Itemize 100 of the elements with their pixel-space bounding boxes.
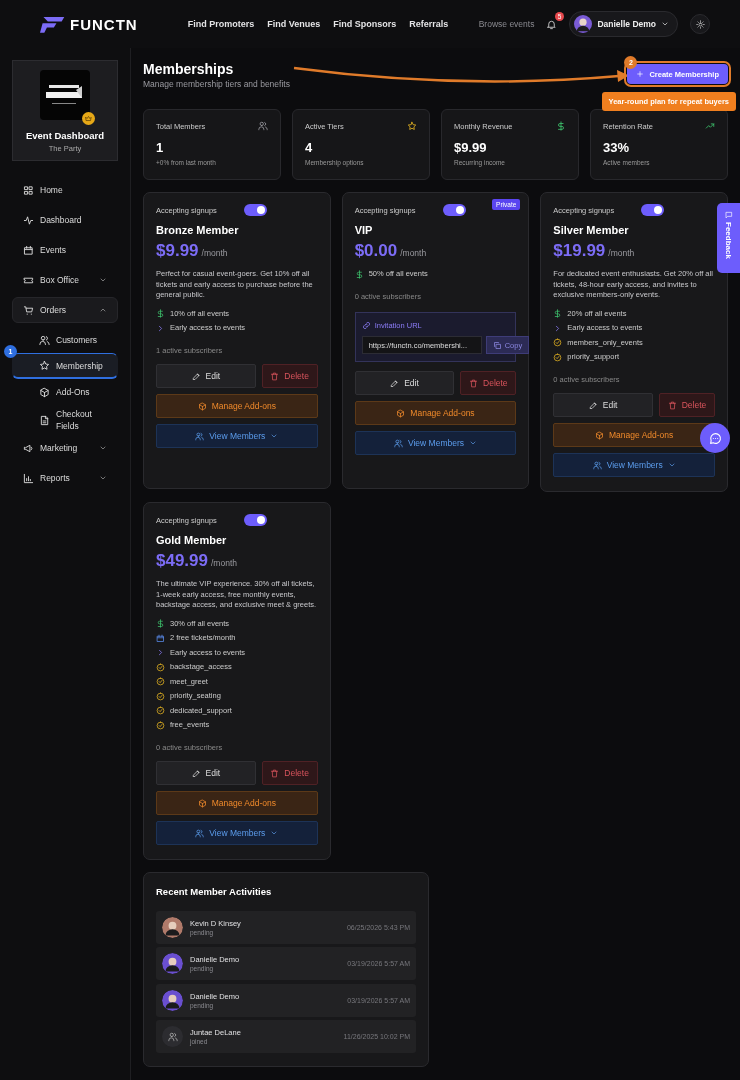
sidebar-item[interactable]: Dashboard <box>12 207 118 233</box>
sidebar-item[interactable]: Orders <box>12 297 118 323</box>
trash-icon <box>469 378 479 388</box>
chevron-down-icon <box>469 439 477 447</box>
delete-button[interactable]: Delete <box>261 761 318 785</box>
dollar-icon <box>556 121 566 131</box>
dollar-icon <box>354 269 364 279</box>
tier-price: $49.99 <box>156 551 208 571</box>
activity-title: Recent Member Activities <box>156 886 273 897</box>
user-menu[interactable]: Danielle Demo <box>569 11 678 37</box>
sidebar-item[interactable]: Box Office <box>12 267 118 293</box>
chevron-right-icon <box>156 648 165 657</box>
manage-addons-button[interactable]: Manage Add-ons <box>156 791 318 815</box>
view-members-button[interactable]: View Members <box>156 424 318 448</box>
edit-button[interactable]: Edit <box>553 393 653 417</box>
pencil-icon <box>390 378 400 388</box>
cart-icon <box>23 304 34 316</box>
delete-button[interactable]: Delete <box>659 393 715 417</box>
calendar-icon <box>156 633 165 643</box>
box-icon <box>197 401 207 411</box>
logo-icon <box>40 15 66 33</box>
link-icon <box>361 321 371 330</box>
price-period: /month <box>608 248 635 258</box>
browse-events-link[interactable]: Browse events <box>478 19 535 29</box>
signup-toggle[interactable] <box>442 204 466 216</box>
tier-price: $9.99 <box>156 241 199 261</box>
users-icon <box>195 828 205 838</box>
sidebar-subitem[interactable]: Checkout Fields <box>12 405 118 435</box>
chevron-down-icon <box>661 20 669 28</box>
sidebar-item[interactable]: Home <box>12 177 118 203</box>
nav-link[interactable]: Find Promoters <box>187 19 255 29</box>
sidebar-item[interactable]: Marketing <box>12 435 118 461</box>
users-icon <box>258 121 268 131</box>
bar-chart-icon <box>23 472 34 484</box>
manage-addons-button[interactable]: Manage Add-ons <box>156 394 318 418</box>
feedback-tab[interactable]: Feedback <box>717 203 740 273</box>
manage-addons-button[interactable]: Manage Add-ons <box>354 401 517 425</box>
users-icon <box>39 334 50 346</box>
trash-icon <box>270 371 280 381</box>
signup-toggle[interactable] <box>641 204 665 216</box>
chevron-down-icon <box>667 461 676 469</box>
tier-name: Gold Member <box>156 534 228 546</box>
stat-value: 1 <box>156 140 165 155</box>
pencil-icon <box>588 400 598 410</box>
edit-button[interactable]: Edit <box>156 761 256 785</box>
nav-link[interactable]: Referrals <box>409 19 449 29</box>
delete-button[interactable]: Delete <box>261 364 318 388</box>
calendar-icon <box>23 244 34 256</box>
sidebar-item[interactable]: Reports <box>12 465 118 491</box>
users-icon <box>195 431 205 441</box>
sun-icon <box>695 19 705 29</box>
pulse-icon <box>23 214 34 226</box>
document-icon <box>39 414 50 426</box>
star-icon <box>407 121 417 131</box>
pencil-icon <box>191 371 201 381</box>
tier-price: $0.00 <box>354 241 398 261</box>
stat-value: 33% <box>603 140 631 155</box>
sidebar-subitem[interactable]: Membership <box>12 353 118 379</box>
sidebar-subitem[interactable]: Add-Ons <box>12 379 118 405</box>
chevron-down-icon <box>270 829 279 837</box>
price-period: /month <box>201 248 228 258</box>
edit-button[interactable]: Edit <box>156 364 256 388</box>
chevron-right-icon <box>156 323 165 333</box>
copy-icon <box>492 340 502 350</box>
event-title: Event Dashboard <box>25 130 105 141</box>
brand-name: FUNCTN <box>70 15 138 33</box>
edit-button[interactable]: Edit <box>354 371 455 395</box>
chat-icon <box>708 431 722 445</box>
tier-name: Silver Member <box>553 224 630 236</box>
tier-name: Bronze Member <box>156 224 240 236</box>
chevron-down-icon <box>270 432 279 440</box>
trash-icon <box>270 768 280 778</box>
signup-toggle[interactable] <box>244 204 267 216</box>
avatar <box>574 15 593 33</box>
view-members-button[interactable]: View Members <box>156 821 318 845</box>
sidebar-item[interactable]: Events <box>12 237 118 263</box>
dollar-icon <box>553 309 563 318</box>
trend-up-icon <box>705 121 715 131</box>
bell-icon[interactable] <box>546 18 558 30</box>
nav-link[interactable]: Find Venues <box>267 19 321 29</box>
users-icon <box>393 438 403 448</box>
view-members-button[interactable]: View Members <box>354 431 517 455</box>
box-icon <box>197 798 207 808</box>
price-period: /month <box>400 248 427 258</box>
dollar-icon <box>156 309 165 318</box>
delete-button[interactable]: Delete <box>460 371 517 395</box>
view-members-button[interactable]: View Members <box>553 453 715 477</box>
box-icon <box>595 430 604 440</box>
users-icon <box>592 460 602 470</box>
box-icon <box>39 386 50 398</box>
theme-button[interactable] <box>690 14 710 34</box>
message-icon <box>724 211 733 219</box>
users-icon <box>167 1031 178 1042</box>
stat-value: 4 <box>305 140 314 155</box>
dollar-icon <box>156 619 165 628</box>
signup-toggle[interactable] <box>244 514 267 526</box>
nav-link[interactable]: Find Sponsors <box>333 19 397 29</box>
star-icon <box>39 360 50 371</box>
price-period: /month <box>211 558 237 568</box>
megaphone-icon <box>23 442 34 454</box>
